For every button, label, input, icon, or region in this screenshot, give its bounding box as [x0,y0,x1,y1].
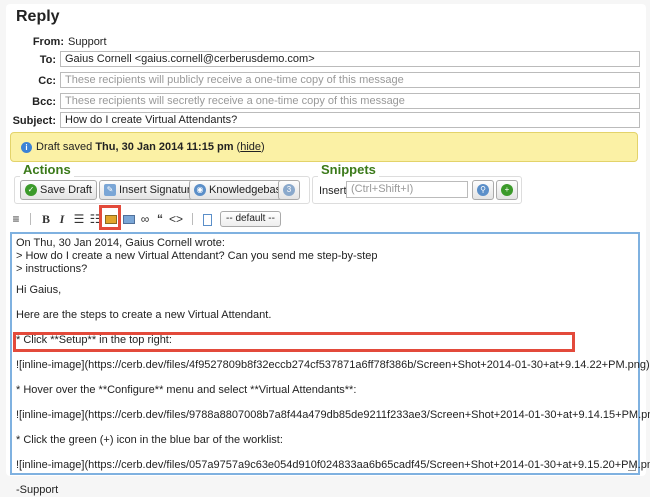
pencil-icon: ✎ [104,184,116,197]
draft-time: Thu, 30 Jan 2014 11:15 pm [95,141,234,153]
link-icon[interactable]: ∞ [138,210,152,228]
snippet-search-input[interactable]: (Ctrl+Shift+I) [346,181,468,198]
bcc-label: Bcc: [32,96,56,108]
bold-button[interactable]: B [40,210,52,228]
editor-line: Hi Gaius, [16,284,62,296]
hide-link[interactable]: hide [240,141,261,153]
editor-line: * Hover over the **Configure** menu and … [16,384,357,396]
insert-signature-button[interactable]: ✎ Insert Signature [99,180,202,200]
subject-field[interactable]: How do I create Virtual Attendants? [60,112,640,128]
editor-line: * Click the green (+) icon in the blue b… [16,434,283,446]
spellcheck-icon: 3 [283,184,295,197]
format-select[interactable]: -- default -- [220,211,281,227]
from-label: From: [32,36,64,48]
editor-line: > instructions? [16,263,88,275]
book-icon: ◉ [194,184,206,197]
snippets-insert-label: Insert: [319,185,350,197]
italic-button[interactable]: I [56,210,68,228]
snippets-title: Snippets [318,162,379,177]
actions-title: Actions [20,162,74,177]
reply-panel: Reply From: Support To: Gaius Cornell <g… [6,4,650,496]
format-toolbar: ≡ B I ☰ ☷ ∞ “ <> -- default -- [10,210,310,228]
draft-notice: i Draft saved Thu, 30 Jan 2014 11:15 pm (… [10,132,638,162]
knowledgebase-label: Knowledgebase [209,184,288,196]
message-editor[interactable]: On Thu, 30 Jan 2014, Gaius Cornell wrote… [10,232,650,496]
cc-label: Cc: [38,75,56,87]
to-label: To: [39,54,56,66]
upload-image-icon[interactable] [122,210,136,228]
bcc-field[interactable]: These recipients will secretly receive a… [60,93,640,109]
spellcheck-button[interactable]: 3 [278,180,300,200]
knowledgebase-button[interactable]: ◉ Knowledgebase [189,180,293,200]
insert-signature-label: Insert Signature [119,184,197,196]
cc-field[interactable]: These recipients will publicly receive a… [60,72,640,88]
save-draft-button[interactable]: ✓ Save Draft [20,180,97,200]
subject-label: Subject: [12,115,56,127]
to-field[interactable]: Gaius Cornell <gaius.cornell@cerberusdem… [60,51,640,67]
editor-line: ![inline-image](https://cerb.dev/files/9… [16,409,650,421]
editor-line: On Thu, 30 Jan 2014, Gaius Cornell wrote… [16,237,225,249]
check-icon: ✓ [25,184,37,197]
add-icon: + [501,184,513,197]
page-title: Reply [16,8,60,25]
bullet-list-icon[interactable]: ☰ [72,210,86,228]
search-icon: ⚲ [477,184,489,197]
save-draft-label: Save Draft [40,184,92,196]
editor-line: Here are the steps to create a new Virtu… [16,309,272,321]
image-button-highlight [99,205,121,230]
preview-icon[interactable] [200,210,214,228]
snippet-add-button[interactable]: + [496,180,518,200]
code-button[interactable]: <> [168,210,184,228]
resize-handle[interactable] [628,463,636,471]
draft-text: Draft saved [36,141,96,153]
from-value: Support [68,36,107,48]
toolbar-separator [192,213,193,225]
editor-line: -Support [16,484,59,496]
menu-icon[interactable]: ≡ [10,210,22,228]
editor-line: ![inline-image](https://cerb.dev/files/4… [16,359,650,371]
snippet-search-button[interactable]: ⚲ [472,180,494,200]
quote-button[interactable]: “ [154,210,166,228]
editor-line: > How do I create a new Virtual Attendan… [16,250,378,262]
editor-line: ![inline-image](https://cerb.dev/files/0… [16,459,650,471]
inline-image-highlight [13,332,575,352]
info-icon: i [21,141,32,153]
toolbar-separator [30,213,31,225]
